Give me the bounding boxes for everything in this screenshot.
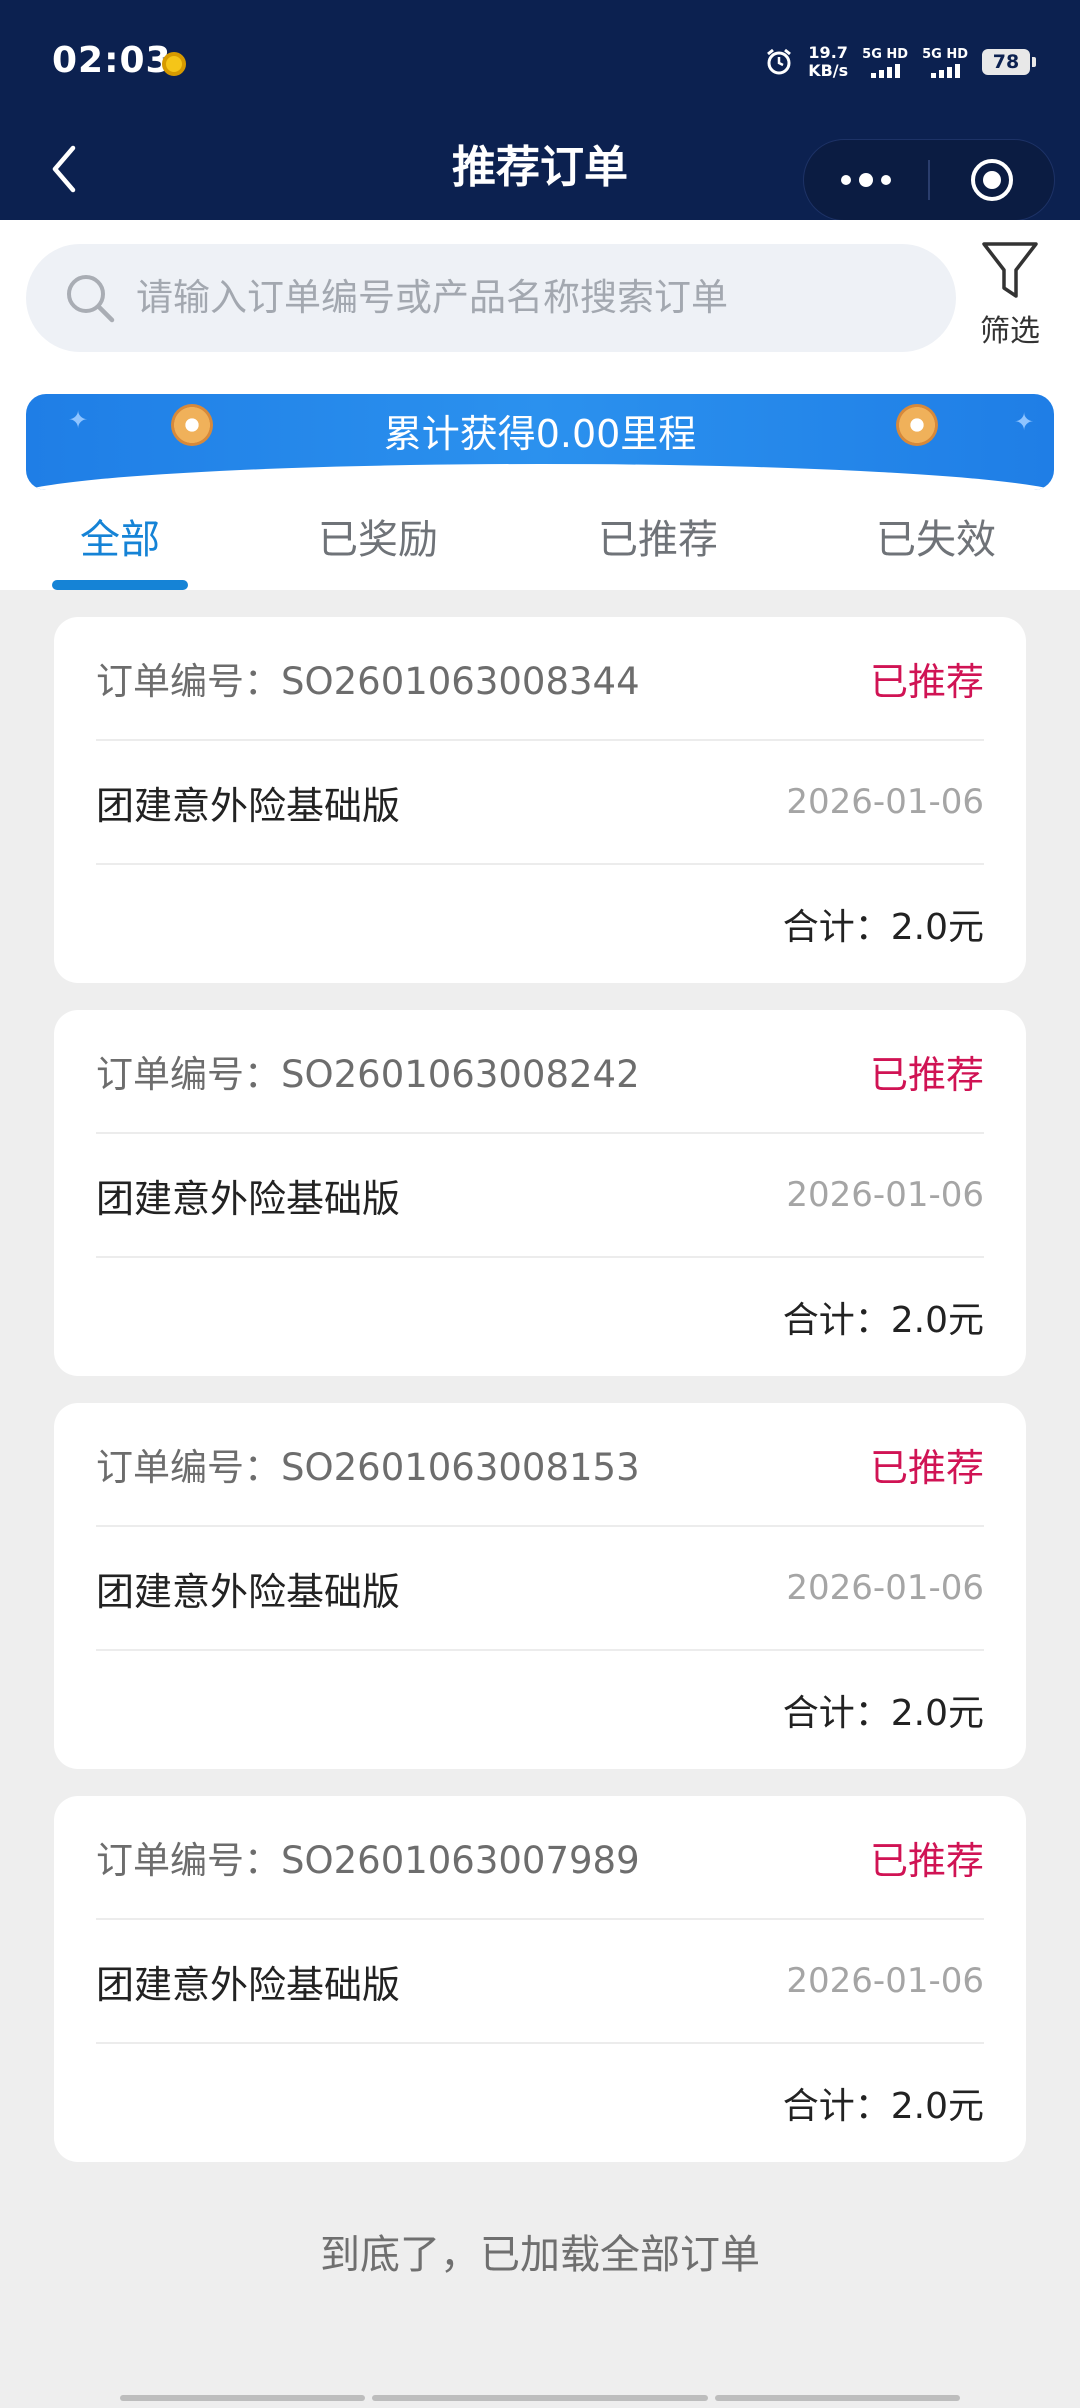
more-button[interactable] <box>804 140 928 220</box>
order-total-row: 合计：2.0元 <box>96 2044 984 2162</box>
order-total: 合计：2.0元 <box>782 2086 984 2127</box>
net-speed: 19.7 KB/s <box>808 44 848 80</box>
order-total-row: 合计：2.0元 <box>96 1651 984 1769</box>
filter-button[interactable]: 筛选 <box>970 240 1050 350</box>
order-header: 订单编号：SO2601063008242 已推荐 <box>96 1010 984 1134</box>
battery-indicator: 78 <box>982 49 1036 75</box>
order-total: 合计：2.0元 <box>782 907 984 948</box>
summary-and-tabs: ✦ ✦ 累计获得0.00里程 全部 已奖励 已推荐 已失效 <box>0 370 1080 590</box>
order-card[interactable]: 订单编号：SO2601063008344 已推荐 团建意外险基础版 2026-0… <box>54 617 1026 983</box>
search-icon <box>67 275 115 323</box>
close-mini-program-button[interactable] <box>930 140 1054 220</box>
nav-bar: 推荐订单 <box>0 125 1080 221</box>
net-speed-unit: KB/s <box>808 61 849 80</box>
status-tabs: 全部 已奖励 已推荐 已失效 <box>0 500 1080 590</box>
product-name: 团建意外险基础版 <box>96 1962 401 2007</box>
tab-recommended[interactable]: 已推荐 <box>598 500 718 580</box>
sim2-label: 5G HD <box>922 46 968 62</box>
order-header: 订单编号：SO2601063008153 已推荐 <box>96 1403 984 1527</box>
status-bar: 02:03 19.7 KB/s 5G HD 5G HD 78 <box>0 0 1080 125</box>
signal-bars-icon <box>930 62 960 78</box>
gesture-bar-center[interactable] <box>372 2395 708 2401</box>
order-product-row: 团建意外险基础版 2026-01-06 <box>96 1134 984 1258</box>
order-status: 已推荐 <box>869 659 984 704</box>
order-status: 已推荐 <box>869 1445 984 1490</box>
gesture-bar-right <box>715 2395 960 2401</box>
notification-dot-icon <box>162 52 186 76</box>
mileage-total: 累计获得0.00里程 <box>383 412 697 456</box>
tab-all[interactable]: 全部 <box>80 500 160 580</box>
mini-program-capsule <box>803 139 1055 221</box>
sim1-label: 5G HD <box>862 46 909 62</box>
order-number: 订单编号：SO2601063008153 <box>96 1446 640 1489</box>
order-date: 2026-01-06 <box>786 1961 984 2001</box>
list-end-message: 到底了，已加载全部订单 <box>320 2232 760 2278</box>
order-total-row: 合计：2.0元 <box>96 1258 984 1376</box>
signal-bars-icon <box>870 62 900 78</box>
product-name: 团建意外险基础版 <box>96 1176 401 1221</box>
order-status: 已推荐 <box>869 1838 984 1883</box>
status-indicators: 19.7 KB/s 5G HD 5G HD 78 <box>764 44 1036 80</box>
status-time: 02:03 <box>52 40 172 81</box>
tab-rewarded[interactable]: 已奖励 <box>318 500 438 580</box>
order-card[interactable]: 订单编号：SO2601063008242 已推荐 团建意外险基础版 2026-0… <box>54 1010 1026 1376</box>
alarm-icon <box>767 48 792 75</box>
order-card[interactable]: 订单编号：SO2601063007989 已推荐 团建意外险基础版 2026-0… <box>54 1796 1026 2162</box>
filter-funnel-icon <box>982 242 1038 298</box>
order-number: 订单编号：SO2601063007989 <box>96 1839 640 1882</box>
search-area: 请输入订单编号或产品名称搜索订单 筛选 <box>0 220 1080 370</box>
gesture-bar-left <box>120 2395 365 2401</box>
tab-expired[interactable]: 已失效 <box>876 500 996 580</box>
active-tab-indicator <box>52 580 188 590</box>
mileage-banner: ✦ ✦ 累计获得0.00里程 <box>26 394 1054 490</box>
sim2-signal: 5G HD <box>922 47 968 78</box>
order-total-row: 合计：2.0元 <box>96 865 984 983</box>
order-total: 合计：2.0元 <box>782 1693 984 1734</box>
net-speed-value: 19.7 <box>808 43 848 62</box>
target-circle-icon <box>971 159 1013 201</box>
order-number: 订单编号：SO2601063008344 <box>96 660 640 703</box>
filter-label: 筛选 <box>980 314 1040 349</box>
order-date: 2026-01-06 <box>786 1568 984 1608</box>
more-dots-icon <box>841 173 891 187</box>
product-name: 团建意外险基础版 <box>96 783 401 828</box>
order-product-row: 团建意外险基础版 2026-01-06 <box>96 741 984 865</box>
product-name: 团建意外险基础版 <box>96 1569 401 1614</box>
order-total: 合计：2.0元 <box>782 1300 984 1341</box>
order-header: 订单编号：SO2601063007989 已推荐 <box>96 1796 984 1920</box>
sim1-signal: 5G HD <box>862 47 908 78</box>
order-date: 2026-01-06 <box>786 1175 984 1215</box>
order-header: 订单编号：SO2601063008344 已推荐 <box>96 617 984 741</box>
order-status: 已推荐 <box>869 1052 984 1097</box>
order-product-row: 团建意外险基础版 2026-01-06 <box>96 1527 984 1651</box>
search-input[interactable]: 请输入订单编号或产品名称搜索订单 <box>26 244 956 352</box>
order-product-row: 团建意外险基础版 2026-01-06 <box>96 1920 984 2044</box>
order-date: 2026-01-06 <box>786 782 984 822</box>
search-placeholder: 请输入订单编号或产品名称搜索订单 <box>136 276 728 319</box>
order-card[interactable]: 订单编号：SO2601063008153 已推荐 团建意外险基础版 2026-0… <box>54 1403 1026 1769</box>
order-number: 订单编号：SO2601063008242 <box>96 1053 640 1096</box>
